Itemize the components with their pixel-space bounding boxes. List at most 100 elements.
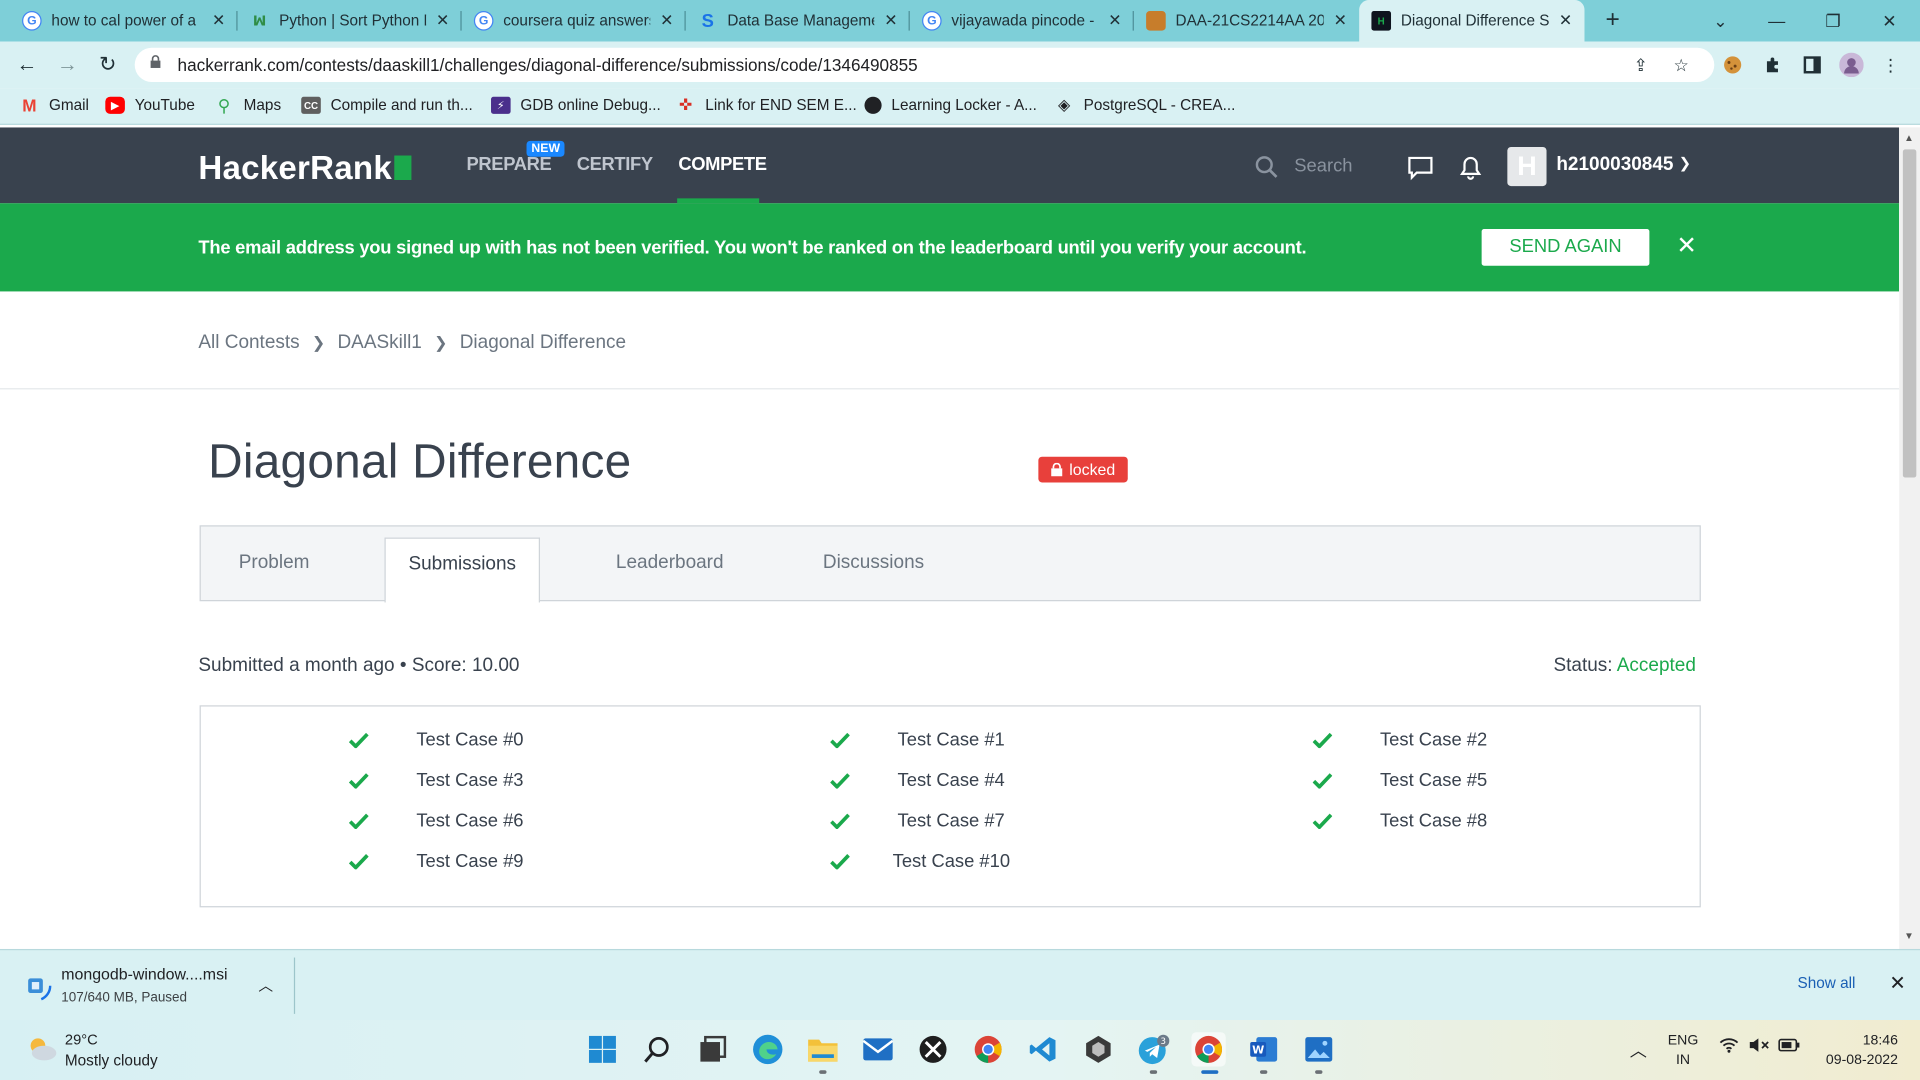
- edge-icon[interactable]: [751, 1032, 785, 1066]
- installer-file-icon[interactable]: [19, 969, 52, 1002]
- browser-tab[interactable]: G how to cal power of a ✕: [10, 0, 238, 42]
- word-icon[interactable]: W: [1247, 1032, 1281, 1066]
- photos-icon[interactable]: [1302, 1032, 1336, 1066]
- test-case-item[interactable]: Test Case #2: [1311, 729, 1487, 751]
- chrome-active-icon[interactable]: [1191, 1032, 1226, 1067]
- close-icon[interactable]: ✕: [1889, 971, 1905, 995]
- check-icon: [829, 850, 851, 872]
- wifi-icon[interactable]: [1719, 1037, 1739, 1057]
- close-icon[interactable]: ✕: [1676, 230, 1697, 261]
- cookie-extension-icon[interactable]: [1720, 53, 1744, 77]
- nav-prepare[interactable]: PREPARE: [467, 154, 552, 175]
- chevron-up-icon[interactable]: ︿: [258, 975, 273, 996]
- close-tab-icon[interactable]: ✕: [212, 11, 225, 31]
- xbox-icon[interactable]: [916, 1032, 950, 1066]
- vscode-icon[interactable]: [1026, 1032, 1060, 1066]
- clock[interactable]: 18:46 09-08-2022: [1817, 1031, 1898, 1070]
- show-all-button[interactable]: Show all: [1798, 975, 1856, 992]
- messages-icon[interactable]: [1407, 154, 1434, 181]
- tab-problem[interactable]: Problem: [239, 552, 310, 574]
- forward-icon[interactable]: →: [51, 49, 83, 81]
- close-tab-icon[interactable]: ✕: [660, 11, 673, 31]
- browser-tab[interactable]: DAA-21CS2214AA 20 ✕: [1134, 0, 1359, 42]
- test-case-item[interactable]: Test Case #0: [348, 729, 524, 751]
- tab-discussions[interactable]: Discussions: [823, 552, 924, 574]
- page-scrollbar[interactable]: ▲ ▼: [1899, 127, 1920, 949]
- search-icon[interactable]: [640, 1032, 674, 1066]
- profile-avatar-icon[interactable]: [1839, 52, 1864, 78]
- back-icon[interactable]: ←: [11, 49, 43, 81]
- unity-hub-icon[interactable]: [1081, 1032, 1115, 1066]
- hackerrank-logo[interactable]: HackerRank: [198, 149, 412, 187]
- chrome-icon[interactable]: [971, 1032, 1005, 1066]
- reload-icon[interactable]: ↻: [92, 49, 124, 81]
- volume-muted-icon[interactable]: [1749, 1037, 1771, 1057]
- nav-certify[interactable]: CERTIFY: [577, 154, 653, 175]
- test-case-item[interactable]: Test Case #9: [348, 850, 524, 872]
- extensions-puzzle-icon[interactable]: [1761, 53, 1785, 77]
- bookmark-endsem[interactable]: ✜ Link for END SEM E...: [676, 96, 857, 114]
- test-case-item[interactable]: Test Case #10: [829, 850, 1010, 872]
- file-explorer-icon[interactable]: [806, 1032, 840, 1066]
- chevron-down-icon[interactable]: ❯: [1679, 154, 1691, 171]
- bookmark-learning-locker[interactable]: Learning Locker - A...: [864, 96, 1037, 114]
- close-tab-icon[interactable]: ✕: [1559, 11, 1572, 31]
- browser-tab[interactable]: G vijayawada pincode - ✕: [910, 0, 1134, 42]
- browser-tab[interactable]: ꟽ Python | Sort Python D ✕: [238, 0, 462, 42]
- bookmark-maps[interactable]: ⚲ Maps: [214, 95, 281, 115]
- scrollbar-thumb[interactable]: [1902, 149, 1917, 478]
- bookmark-compile[interactable]: CC Compile and run th...: [301, 96, 473, 114]
- search-icon[interactable]: [1255, 156, 1278, 179]
- test-case-item[interactable]: Test Case #5: [1311, 769, 1487, 791]
- breadcrumb-all-contests[interactable]: All Contests: [198, 332, 299, 354]
- close-tab-icon[interactable]: ✕: [1108, 11, 1121, 31]
- chevron-up-icon[interactable]: ︿: [1630, 1038, 1647, 1062]
- browser-tab[interactable]: G coursera quiz answers ✕: [462, 0, 686, 42]
- restore-icon[interactable]: ❐: [1805, 0, 1861, 42]
- mail-icon[interactable]: [861, 1032, 895, 1066]
- test-case-item[interactable]: Test Case #6: [348, 809, 524, 831]
- task-view-icon[interactable]: [696, 1032, 730, 1066]
- bookmark-gmail[interactable]: M Gmail: [20, 96, 89, 116]
- bookmark-gdb[interactable]: ⚡ GDB online Debug...: [491, 96, 661, 114]
- tab-search-chevron-icon[interactable]: ⌄: [1692, 0, 1748, 42]
- minimize-icon[interactable]: —: [1749, 0, 1805, 42]
- tab-leaderboard[interactable]: Leaderboard: [616, 552, 724, 574]
- telegram-icon[interactable]: 3: [1136, 1032, 1170, 1066]
- scroll-down-icon[interactable]: ▼: [1904, 931, 1914, 942]
- browser-tab-active[interactable]: H Diagonal Difference S ✕: [1359, 0, 1585, 42]
- close-tab-icon[interactable]: ✕: [1334, 11, 1347, 31]
- scroll-up-icon[interactable]: ▲: [1904, 132, 1914, 143]
- test-case-item[interactable]: Test Case #1: [829, 729, 1005, 751]
- test-case-item[interactable]: Test Case #3: [348, 769, 524, 791]
- nav-compete[interactable]: COMPETE: [678, 154, 767, 175]
- breadcrumb-contest[interactable]: DAASkill1: [337, 332, 421, 354]
- notifications-bell-icon[interactable]: [1457, 154, 1484, 181]
- windows-start-icon[interactable]: [585, 1032, 619, 1066]
- chrome-menu-icon[interactable]: ⋮: [1878, 53, 1902, 77]
- tab-submissions[interactable]: Submissions: [384, 537, 541, 603]
- download-filename[interactable]: mongodb-window....msi: [61, 965, 227, 983]
- side-panel-icon[interactable]: [1800, 53, 1824, 77]
- avatar[interactable]: H: [1507, 146, 1547, 187]
- test-case-item[interactable]: Test Case #4: [829, 769, 1005, 791]
- bookmark-postgresql[interactable]: ◈ PostgreSQL - CREA...: [1054, 96, 1235, 114]
- username[interactable]: h2100030845: [1556, 154, 1673, 176]
- test-case-item[interactable]: Test Case #7: [829, 809, 1005, 831]
- browser-tab[interactable]: S Data Base Manageme ✕: [686, 0, 910, 42]
- send-again-button[interactable]: SEND AGAIN: [1481, 228, 1650, 266]
- language-indicator[interactable]: ENG IN: [1668, 1031, 1699, 1070]
- close-tab-icon[interactable]: ✕: [436, 11, 449, 31]
- share-icon[interactable]: ⇪: [1629, 53, 1653, 77]
- window-close-icon[interactable]: ✕: [1861, 0, 1917, 42]
- search-input[interactable]: Search: [1294, 156, 1352, 177]
- test-case-item[interactable]: Test Case #8: [1311, 809, 1487, 831]
- breadcrumb-challenge[interactable]: Diagonal Difference: [460, 332, 626, 354]
- weather-cloudy-icon[interactable]: [24, 1035, 58, 1064]
- bookmark-star-icon[interactable]: ☆: [1669, 53, 1693, 77]
- bookmark-youtube[interactable]: ▶ YouTube: [105, 96, 195, 114]
- battery-icon[interactable]: [1778, 1037, 1800, 1057]
- new-tab-button[interactable]: +: [1599, 6, 1626, 34]
- close-tab-icon[interactable]: ✕: [884, 11, 897, 31]
- address-bar[interactable]: hackerrank.com/contests/daaskill1/challe…: [134, 47, 1715, 83]
